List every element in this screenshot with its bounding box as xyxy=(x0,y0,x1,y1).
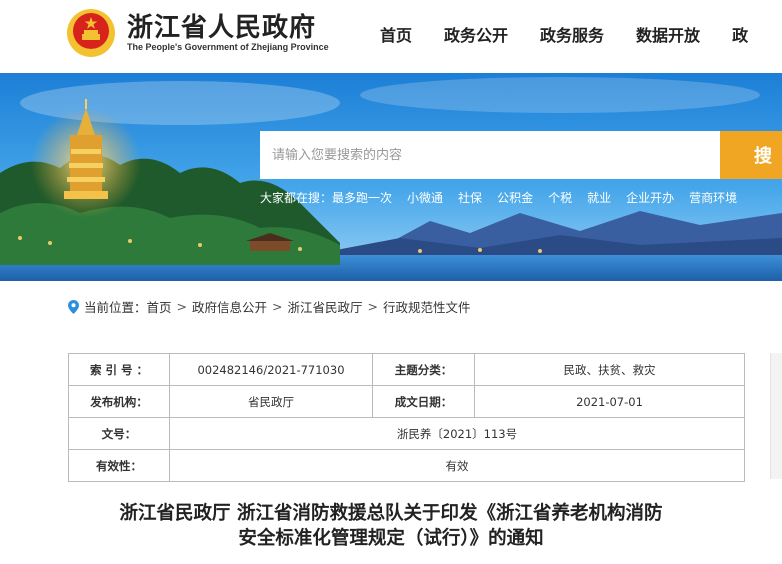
breadcrumb-separator: > xyxy=(176,299,188,314)
nav-open-data[interactable]: 数据开放 xyxy=(636,22,700,46)
article-title: 浙江省民政厅 浙江省消防救援总队关于印发《浙江省养老机构消防 安全标准化管理规定… xyxy=(40,501,742,551)
table-row: 发布机构： 省民政厅 成文日期： 2021-07-01 xyxy=(68,385,745,418)
date-label: 成文日期： xyxy=(372,385,475,418)
nav-government-services[interactable]: 政务服务 xyxy=(540,22,604,46)
hot-search-item[interactable]: 企业开办 xyxy=(626,189,674,206)
nav-more[interactable]: 政 xyxy=(732,22,748,46)
site-header: 浙江省人民政府 The People's Government of Zheji… xyxy=(0,0,782,73)
hot-search-item[interactable]: 小微通 xyxy=(407,189,443,206)
breadcrumb-separator: > xyxy=(367,299,379,314)
publisher-value: 省民政厅 xyxy=(169,385,373,418)
article-title-line: 安全标准化管理规定（试行）》的通知 xyxy=(238,528,544,549)
index-label: 索 引 号 ： xyxy=(68,353,170,386)
breadcrumb-home[interactable]: 首页 xyxy=(147,297,172,316)
category-label: 主题分类： xyxy=(372,353,475,386)
document-info-table: 索 引 号 ： 002482146/2021-771030 主题分类： 民政、扶… xyxy=(68,353,745,482)
hot-search-item[interactable]: 最多跑一次 xyxy=(332,189,392,206)
breadcrumb-normative-docs[interactable]: 行政规范性文件 xyxy=(383,297,471,316)
date-value: 2021-07-01 xyxy=(474,385,745,418)
hot-search-item[interactable]: 营商环境 xyxy=(689,189,737,206)
nav-open-government[interactable]: 政务公开 xyxy=(444,22,508,46)
doc-number-label: 文号： xyxy=(68,417,170,450)
table-row: 文号： 浙民养〔2021〕113号 xyxy=(68,417,745,450)
nav-home[interactable]: 首页 xyxy=(380,22,412,46)
hot-searches-label: 大家都在搜： xyxy=(260,191,333,205)
article-title-line: 浙江省民政厅 浙江省消防救援总队关于印发《浙江省养老机构消防 xyxy=(119,503,663,524)
site-title[interactable]: 浙江省人民政府 xyxy=(127,7,316,44)
breadcrumb-gov-info[interactable]: 政府信息公开 xyxy=(192,297,267,316)
hero-banner: 搜 大家都在搜： 最多跑一次 小微通 社保 公积金 个税 就业 企业开办 营商环… xyxy=(0,73,782,281)
table-row: 有效性： 有效 xyxy=(68,449,745,482)
validity-label: 有效性： xyxy=(68,449,170,482)
breadcrumb-label: 当前位置： xyxy=(84,300,147,315)
side-widget[interactable] xyxy=(770,353,782,479)
category-value: 民政、扶贫、救灾 xyxy=(474,353,745,386)
table-row: 索 引 号 ： 002482146/2021-771030 主题分类： 民政、扶… xyxy=(68,353,745,386)
doc-number-value: 浙民养〔2021〕113号 xyxy=(169,417,745,450)
publisher-label: 发布机构： xyxy=(68,385,170,418)
search-input[interactable] xyxy=(260,131,722,179)
breadcrumb-civil-affairs[interactable]: 浙江省民政厅 xyxy=(288,297,363,316)
index-value: 002482146/2021-771030 xyxy=(169,353,373,386)
national-emblem-icon[interactable] xyxy=(66,8,116,58)
hot-search-item[interactable]: 就业 xyxy=(587,189,611,206)
location-pin-icon xyxy=(68,299,79,314)
hot-search-item[interactable]: 社保 xyxy=(458,189,482,206)
main-nav: 首页 政务公开 政务服务 数据开放 政 xyxy=(380,22,780,46)
hot-search-item[interactable]: 公积金 xyxy=(497,189,533,206)
hot-searches: 大家都在搜： 最多跑一次 小微通 社保 公积金 个税 就业 企业开办 营商环境 xyxy=(260,189,737,206)
hot-search-item[interactable]: 个税 xyxy=(548,189,572,206)
validity-value: 有效 xyxy=(169,449,745,482)
site-subtitle-en: The People's Government of Zhejiang Prov… xyxy=(127,42,329,52)
breadcrumb: 当前位置： 首页 > 政府信息公开 > 浙江省民政厅 > 行政规范性文件 xyxy=(68,297,471,316)
search-button[interactable]: 搜 xyxy=(720,131,782,179)
breadcrumb-separator: > xyxy=(272,299,283,314)
